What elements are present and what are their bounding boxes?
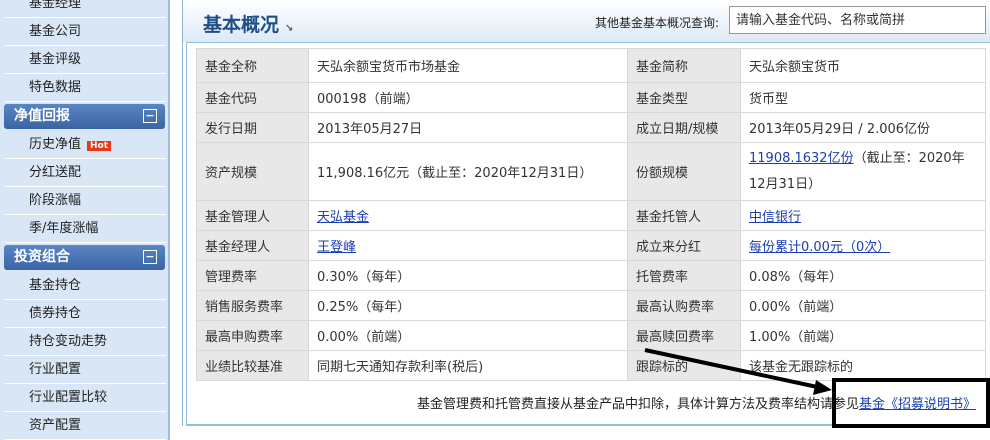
annotation-highlight-box [832,378,990,428]
annotation-arrow [644,348,832,395]
